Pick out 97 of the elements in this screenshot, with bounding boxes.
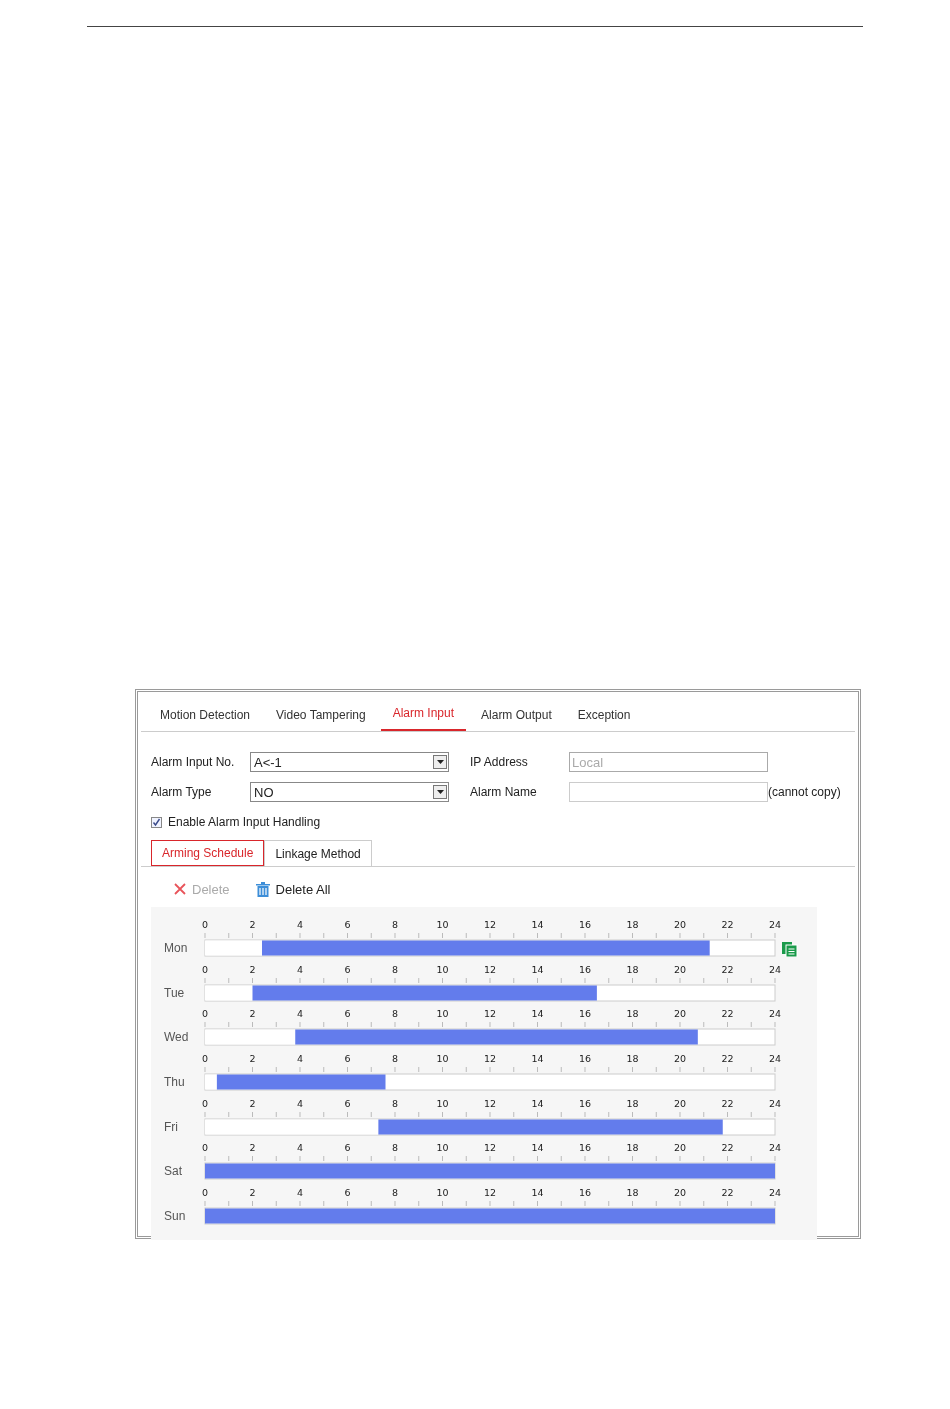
tick-label: 20 bbox=[673, 919, 687, 930]
tick-label: 2 bbox=[249, 1097, 256, 1109]
tick-label: 16 bbox=[578, 1187, 592, 1199]
tick-label: 10 bbox=[436, 1187, 449, 1199]
tick-label: 14 bbox=[531, 963, 544, 975]
tick-label: 14 bbox=[531, 1008, 544, 1020]
tick-label: 18 bbox=[626, 963, 639, 975]
tick-label: 8 bbox=[392, 1053, 398, 1065]
tick-label: 0 bbox=[202, 1008, 208, 1020]
tick-label: 14 bbox=[531, 1187, 544, 1199]
tick-label: 0 bbox=[202, 919, 208, 930]
tick-label: 10 bbox=[436, 1142, 449, 1154]
tick-label: 22 bbox=[721, 963, 734, 975]
field-label: Alarm Input No. bbox=[151, 755, 236, 769]
field-label: IP Address bbox=[470, 755, 529, 769]
tick-label: 8 bbox=[392, 1097, 398, 1109]
tick-label: 10 bbox=[436, 1008, 449, 1020]
tick-label: 24 bbox=[768, 1187, 782, 1199]
tick-label: 12 bbox=[483, 1008, 497, 1020]
tick-label: 14 bbox=[531, 1053, 544, 1065]
tick-label: 0 bbox=[202, 1053, 208, 1065]
tick-label: 10 bbox=[436, 963, 449, 975]
tick-label: 2 bbox=[249, 1142, 256, 1154]
tick-label: 24 bbox=[768, 1097, 782, 1109]
tick-label: 12 bbox=[483, 1142, 497, 1154]
tick-label: 12 bbox=[483, 963, 497, 975]
tick-label: 12 bbox=[483, 919, 497, 930]
tick-label: 2 bbox=[249, 1008, 256, 1020]
tick-label: 18 bbox=[626, 919, 639, 930]
tick-label: 4 bbox=[297, 963, 303, 975]
tick-label: 6 bbox=[344, 1008, 351, 1020]
tick-label: 22 bbox=[721, 919, 734, 930]
tick-label: 12 bbox=[483, 1187, 497, 1199]
tick-label: 0 bbox=[202, 963, 208, 975]
tick-label: 6 bbox=[344, 919, 351, 930]
tick-label: 8 bbox=[392, 1187, 398, 1199]
tick-label: 6 bbox=[344, 1097, 351, 1109]
tick-label: 22 bbox=[721, 1053, 734, 1065]
tick-label: 8 bbox=[392, 1142, 398, 1154]
tick-label: 18 bbox=[626, 1008, 639, 1020]
tick-label: 10 bbox=[436, 919, 449, 930]
tick-label: 14 bbox=[531, 919, 544, 930]
tick-label: 22 bbox=[721, 1142, 734, 1154]
tick-label: 24 bbox=[768, 1008, 782, 1020]
tick-label: 6 bbox=[344, 1142, 351, 1154]
tick-label: 4 bbox=[297, 1097, 303, 1109]
tick-label: 16 bbox=[578, 919, 592, 930]
tick-label: 10 bbox=[436, 1053, 449, 1065]
tick-label: 18 bbox=[626, 1142, 639, 1154]
tick-label: 4 bbox=[297, 1008, 303, 1020]
tick-label: 20 bbox=[673, 1097, 687, 1109]
tick-label: 22 bbox=[721, 1187, 734, 1199]
tick-label: 24 bbox=[768, 919, 782, 930]
tick-label: 6 bbox=[344, 1187, 351, 1199]
tick-label: 18 bbox=[626, 1053, 639, 1065]
tick-label: 16 bbox=[578, 1008, 592, 1020]
tick-label: 6 bbox=[344, 963, 351, 975]
tick-label: 0 bbox=[202, 1097, 208, 1109]
tick-label: 22 bbox=[721, 1008, 734, 1020]
tick-label: 2 bbox=[249, 1187, 256, 1199]
tick-label: 20 bbox=[673, 963, 687, 975]
tick-label: 18 bbox=[626, 1097, 639, 1109]
tick-label: 14 bbox=[531, 1097, 544, 1109]
tick-label: 22 bbox=[721, 1097, 734, 1109]
tick-label: 20 bbox=[673, 1008, 687, 1020]
tick-label: 0 bbox=[202, 1142, 208, 1154]
tick-label: 16 bbox=[578, 963, 592, 975]
tick-label: 8 bbox=[392, 919, 398, 930]
tick-label: 4 bbox=[297, 1142, 303, 1154]
tick-label: 16 bbox=[578, 1142, 592, 1154]
tick-label: 8 bbox=[392, 1008, 398, 1020]
tick-label: 20 bbox=[673, 1142, 687, 1154]
tick-label: 24 bbox=[768, 963, 782, 975]
tick-label: 12 bbox=[483, 1053, 497, 1065]
tick-label: 4 bbox=[297, 1187, 303, 1199]
field-label: Alarm Type bbox=[151, 785, 213, 799]
tick-label: 2 bbox=[249, 1053, 256, 1065]
tick-label: 16 bbox=[578, 1097, 592, 1109]
tick-label: 2 bbox=[249, 919, 256, 930]
checkbox-label: Enable Alarm Input Handling bbox=[168, 815, 321, 829]
tick-label: 8 bbox=[392, 963, 398, 975]
tick-label: 16 bbox=[578, 1053, 592, 1065]
field-label: Alarm Name bbox=[470, 785, 538, 799]
tick-label: 12 bbox=[483, 1097, 497, 1109]
tick-label: 24 bbox=[768, 1142, 782, 1154]
tick-label: 10 bbox=[436, 1097, 449, 1109]
tick-label: 14 bbox=[531, 1142, 544, 1154]
tick-label: 2 bbox=[249, 963, 256, 975]
tick-label: 4 bbox=[297, 919, 303, 930]
tick-label: 0 bbox=[202, 1187, 208, 1199]
tick-label: 20 bbox=[673, 1053, 687, 1065]
tick-label: 6 bbox=[344, 1053, 351, 1065]
tick-label: 24 bbox=[768, 1053, 782, 1065]
tick-label: 4 bbox=[297, 1053, 303, 1065]
field-note: (cannot copy) bbox=[768, 785, 841, 799]
tick-label: 18 bbox=[626, 1187, 639, 1199]
tick-label: 20 bbox=[673, 1187, 687, 1199]
